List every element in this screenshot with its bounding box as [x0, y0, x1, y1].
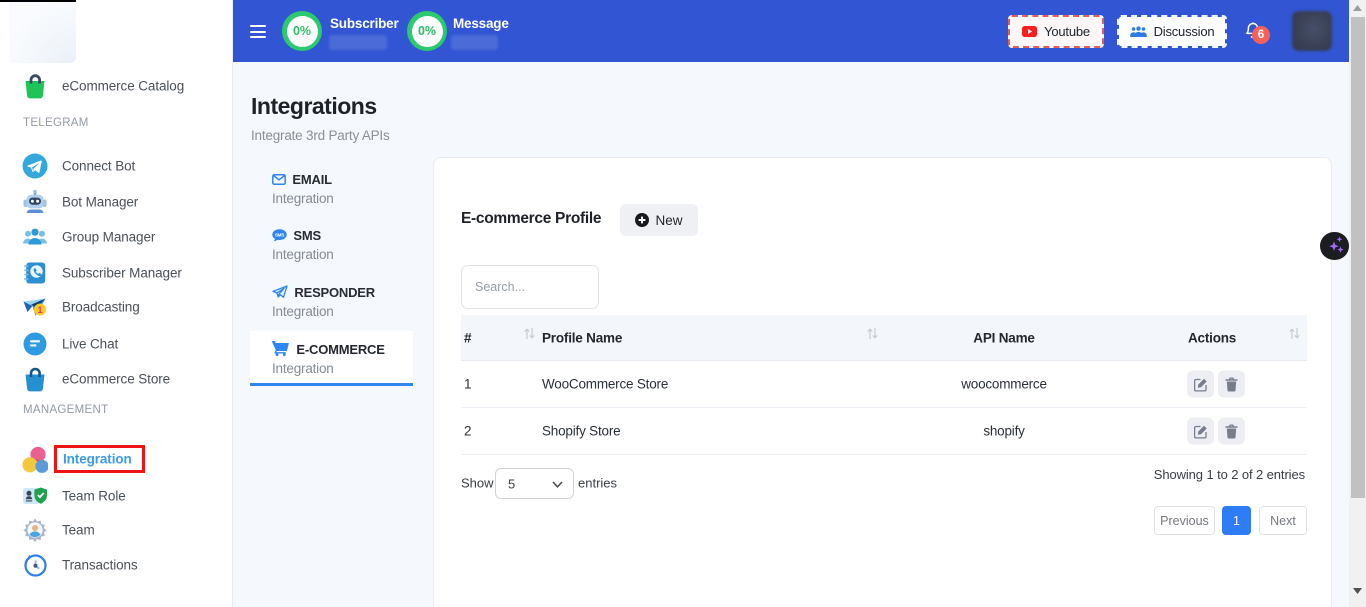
svg-text:1: 1	[37, 305, 42, 315]
svg-text:SMS: SMS	[275, 233, 284, 238]
